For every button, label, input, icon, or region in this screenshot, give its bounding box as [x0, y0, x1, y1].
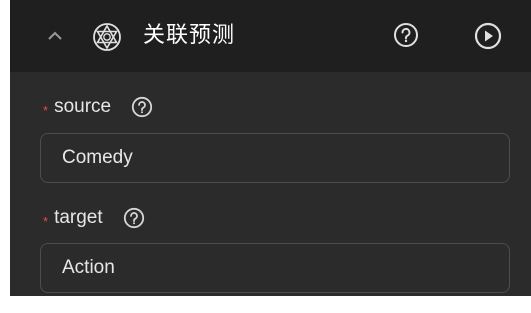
star-of-david-icon: [93, 23, 121, 51]
node-title: 关联预测: [143, 23, 236, 48]
source-label: source: [54, 96, 112, 117]
required-marker: *: [43, 102, 49, 118]
chevron-up-icon[interactable]: [47, 30, 63, 42]
help-icon[interactable]: [131, 96, 153, 118]
target-label: target: [54, 207, 103, 228]
required-marker: *: [43, 213, 49, 229]
node-header: 关联预测: [10, 0, 531, 72]
target-label-row: * target: [10, 205, 145, 231]
node-panel: 关联预测 * source Comedy * target Action: [10, 0, 531, 296]
source-label-row: * source: [10, 94, 153, 120]
help-icon[interactable]: [123, 207, 145, 229]
help-icon[interactable]: [393, 22, 419, 48]
source-input[interactable]: Comedy: [40, 133, 510, 183]
play-circle-icon[interactable]: [474, 22, 502, 50]
target-input[interactable]: Action: [40, 243, 510, 293]
